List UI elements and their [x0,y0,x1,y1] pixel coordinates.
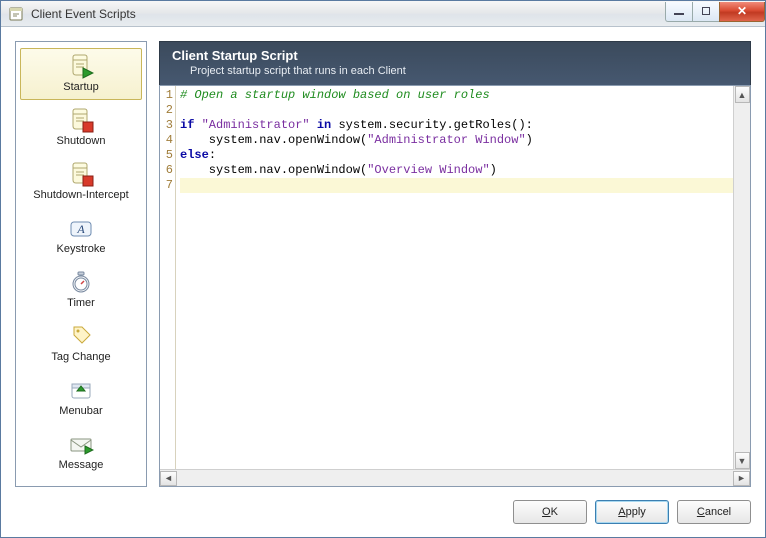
minimize-button[interactable] [665,2,693,22]
main-panel: Client Startup Script Project startup sc… [159,41,751,487]
code-line[interactable]: system.nav.openWindow("Administrator Win… [180,133,533,147]
menubar-icon [68,377,94,403]
sidebar-item-shutdown[interactable]: Shutdown [20,102,142,154]
code-line[interactable]: else: [180,148,216,162]
content-area: Startup Shutdown Shutdown-Intercept Keys… [15,41,751,487]
sidebar-item-label: Message [59,459,104,471]
maximize-button[interactable] [692,2,720,22]
maximize-icon [702,7,710,15]
sidebar-item-startup[interactable]: Startup [20,48,142,100]
script-stop-icon [68,107,94,133]
titlebar: Client Event Scripts ✕ [1,1,765,27]
keystroke-icon [68,215,94,241]
sidebar-item-label: Startup [63,81,98,93]
script-run-icon [68,53,94,79]
ok-button[interactable]: OK [513,500,587,524]
cancel-button[interactable]: Cancel [677,500,751,524]
sidebar-item-menubar[interactable]: Menubar [20,372,142,424]
sidebar-item-keystroke[interactable]: Keystroke [20,210,142,262]
code-line[interactable] [180,178,733,193]
dialog-window: Client Event Scripts ✕ Startup Shutdown … [0,0,766,538]
timer-icon [68,269,94,295]
dialog-body: Startup Shutdown Shutdown-Intercept Keys… [1,27,765,537]
code-line[interactable]: if "Administrator" in system.security.ge… [180,118,533,132]
panel-header: Client Startup Script Project startup sc… [159,41,751,85]
horizontal-scrollbar[interactable]: ◄ ► [160,469,750,486]
code-area[interactable]: # Open a startup window based on user ro… [176,86,733,469]
sidebar-item-label: Keystroke [57,243,106,255]
sidebar-item-label: Shutdown-Intercept [33,189,128,201]
code-editor[interactable]: 1234567 # Open a startup window based on… [159,85,751,487]
sidebar-item-message[interactable]: Message [20,426,142,478]
minimize-icon [674,13,684,15]
code-line[interactable]: # Open a startup window based on user ro… [180,88,490,102]
scroll-left-icon[interactable]: ◄ [160,471,177,486]
window-controls: ✕ [666,2,765,22]
window-title: Client Event Scripts [31,7,666,21]
app-icon [9,6,25,22]
dialog-footer: OK Apply Cancel [15,487,751,527]
script-stop-icon [68,161,94,187]
tag-icon [68,323,94,349]
vertical-scrollbar[interactable]: ▲ ▼ [733,86,750,469]
message-icon [68,431,94,457]
apply-button[interactable]: Apply [595,500,669,524]
close-button[interactable]: ✕ [719,2,765,22]
sidebar-item-label: Timer [67,297,95,309]
sidebar-item-label: Tag Change [51,351,110,363]
code-line[interactable]: system.nav.openWindow("Overview Window") [180,163,497,177]
line-gutter: 1234567 [160,86,176,469]
category-sidebar: Startup Shutdown Shutdown-Intercept Keys… [15,41,147,487]
sidebar-item-tag-change[interactable]: Tag Change [20,318,142,370]
scroll-right-icon[interactable]: ► [733,471,750,486]
close-icon: ✕ [737,4,747,18]
scroll-up-icon[interactable]: ▲ [735,86,750,103]
panel-subtitle: Project startup script that runs in each… [172,65,738,77]
sidebar-item-label: Menubar [59,405,102,417]
sidebar-item-timer[interactable]: Timer [20,264,142,316]
panel-title: Client Startup Script [172,48,738,63]
code-line[interactable] [180,103,187,117]
scroll-down-icon[interactable]: ▼ [735,452,750,469]
sidebar-item-shutdown-intercept[interactable]: Shutdown-Intercept [20,156,142,208]
sidebar-item-label: Shutdown [57,135,106,147]
